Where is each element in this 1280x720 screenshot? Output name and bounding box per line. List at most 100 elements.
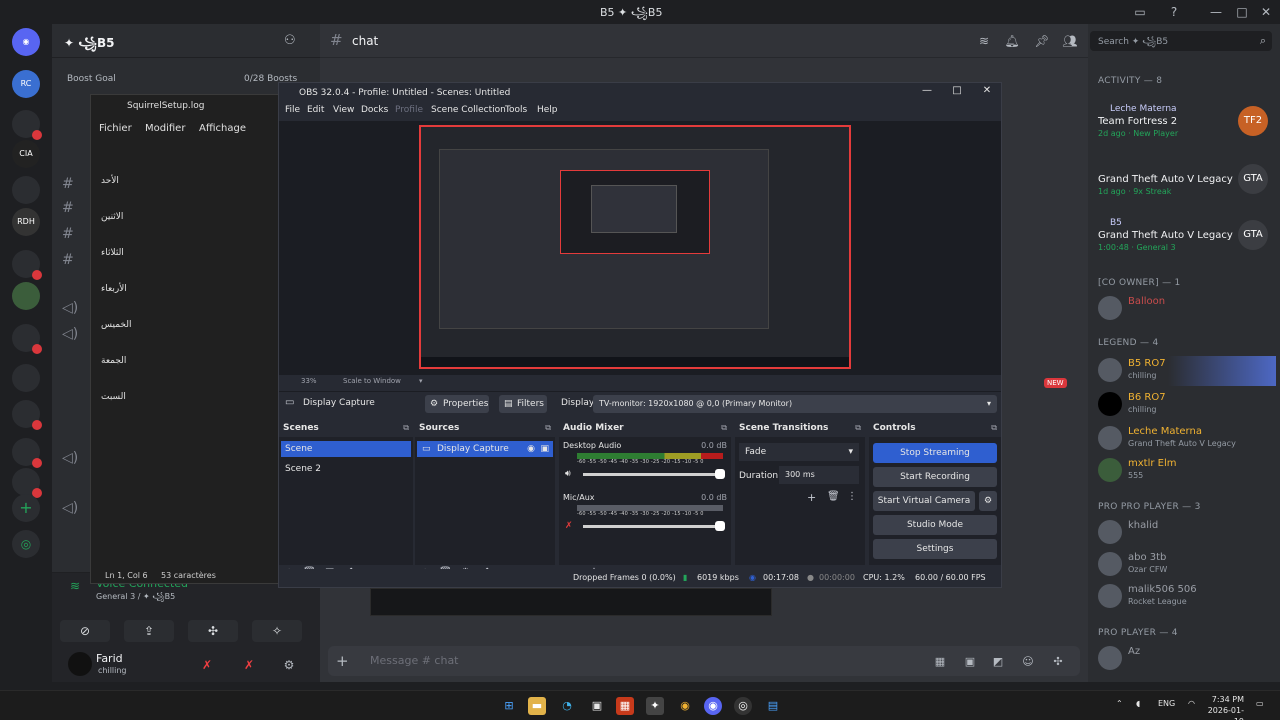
menu-view[interactable]: Affichage [199, 123, 246, 134]
menu-help[interactable]: Help [537, 105, 558, 115]
filters-button[interactable]: ▤ Filters [499, 395, 547, 413]
file-explorer-icon[interactable]: ▬ [528, 697, 546, 715]
menu-edit[interactable]: Modifier [145, 123, 185, 134]
member-item[interactable]: B6 RO7 chilling [1096, 390, 1276, 420]
server-icon[interactable] [12, 468, 42, 498]
text-channel-icon[interactable]: # [62, 200, 92, 218]
menu-view[interactable]: View [333, 105, 354, 115]
display-select[interactable]: TV-monitor: 1920x1080 @ 0,0 (Primary Mon… [593, 395, 997, 413]
text-channel-icon[interactable]: # [62, 226, 92, 244]
slider-knob[interactable] [715, 469, 725, 479]
scene-item[interactable]: Scene [281, 441, 411, 457]
stop-streaming-button[interactable]: Stop Streaming [873, 443, 997, 463]
add-icon[interactable]: + [807, 491, 816, 504]
source-item[interactable]: ▭ Display Capture ◉ ▣ [417, 441, 553, 457]
zoom-level[interactable]: 33% [301, 377, 317, 385]
voice-channel-icon[interactable]: ◁) [62, 450, 92, 468]
deafen-icon[interactable]: ✗ [240, 656, 258, 674]
undock-icon[interactable]: ⧉ [721, 423, 727, 433]
store-icon[interactable]: ▣ [588, 697, 606, 715]
virtual-camera-settings-button[interactable]: ⚙ [979, 491, 997, 511]
help-icon[interactable]: ? [1166, 4, 1182, 20]
eye-icon[interactable]: ◉ [527, 441, 535, 457]
member-item[interactable]: Leche Materna Grand Theft Auto V Legacy [1096, 424, 1276, 454]
member-list-icon[interactable]: 👥︎ [1062, 33, 1078, 49]
activity-card[interactable]: Leche Materna Team Fortress 2 2d ago · N… [1096, 104, 1272, 154]
studio-mode-button[interactable]: Studio Mode [873, 515, 997, 535]
add-server-icon[interactable]: + [12, 494, 40, 522]
notepad-text[interactable]: الأحد الاثنين الثلاثاء الأربعاء الخميس ا… [101, 151, 161, 427]
chevron-down-icon[interactable]: ▾ [419, 377, 423, 385]
menu-icon[interactable]: ⋮ [847, 491, 857, 502]
text-channel-icon[interactable]: # [62, 252, 92, 270]
server-icon[interactable] [12, 400, 42, 430]
server-icon[interactable] [12, 250, 42, 280]
member-item[interactable]: mxtlr Elm 555 [1096, 456, 1276, 486]
activities-button[interactable]: ✣ [188, 620, 238, 642]
member-item[interactable]: khalid [1096, 518, 1276, 548]
text-channel-icon[interactable]: # [62, 176, 92, 194]
undock-icon[interactable]: ⧉ [403, 423, 409, 433]
activity-header[interactable]: Activity — 8 [1098, 76, 1162, 86]
member-item[interactable]: Az [1096, 644, 1276, 674]
start-icon[interactable]: ⊞ [500, 697, 518, 715]
undock-icon[interactable]: ⧉ [855, 423, 861, 433]
voice-channel-icon[interactable]: ◁) [62, 326, 92, 344]
language-indicator[interactable]: ENG [1158, 699, 1175, 708]
menu-docks[interactable]: Docks [361, 105, 388, 115]
minimize-icon[interactable]: — [917, 85, 937, 99]
start-recording-button[interactable]: Start Recording [873, 467, 997, 487]
member-item[interactable]: B5 RO7 chilling [1096, 356, 1276, 386]
soundboard-button[interactable]: ✧ [252, 620, 302, 642]
volume-slider[interactable] [583, 521, 725, 531]
edge-icon[interactable]: ◔ [558, 697, 576, 715]
message-composer[interactable]: + Message # chat ▦ ▣ ◩ ☺ ✣ [328, 646, 1080, 676]
signal-icon[interactable]: ≋ [70, 579, 80, 593]
chevron-up-icon[interactable]: ⌃ [1116, 699, 1123, 708]
screen-share-button[interactable]: ⇪ [124, 620, 174, 642]
threads-icon[interactable]: ≋ [976, 33, 992, 49]
voice-channel-icon[interactable]: ◁) [62, 500, 92, 518]
discover-icon[interactable]: ◎ [12, 530, 40, 558]
properties-button[interactable]: ⚙ Properties [425, 395, 489, 413]
avatar[interactable] [68, 652, 92, 676]
inbox-icon[interactable]: ▭ [1132, 4, 1148, 20]
voice-channel-name[interactable]: General 3 / ✦ ꧁B5 [96, 591, 175, 607]
search-input[interactable]: Search ✦ ꧁B5 ⌕ [1090, 31, 1272, 51]
apps-icon[interactable]: ✣ [1050, 654, 1066, 670]
maximize-icon[interactable]: □ [1234, 4, 1250, 20]
activity-card[interactable]: B5 Grand Theft Auto V Legacy 1:00:48 · G… [1096, 218, 1272, 268]
scene-item[interactable]: Scene 2 [281, 461, 411, 477]
slider-knob[interactable] [715, 521, 725, 531]
camera-off-button[interactable]: ⊘ [60, 620, 110, 642]
server-icon[interactable] [12, 364, 40, 392]
undock-icon[interactable]: ⧉ [545, 423, 551, 433]
notepad-icon[interactable]: ▤ [764, 697, 782, 715]
server-icon[interactable] [12, 110, 42, 140]
settings-button[interactable]: Settings [873, 539, 997, 559]
office-icon[interactable]: ▦ [616, 697, 634, 715]
server-icon[interactable] [12, 176, 40, 204]
preview-canvas[interactable] [419, 125, 851, 369]
clock[interactable]: 7:34 PM 2026-01-19 [1204, 694, 1244, 720]
mic-muted-icon[interactable]: ✗ [565, 521, 573, 531]
voice-channel-icon[interactable]: ◁) [62, 300, 92, 318]
menu-file[interactable]: Fichier [99, 123, 132, 134]
notifications-icon[interactable]: ▭ [1256, 699, 1264, 708]
gif-icon[interactable]: ▣ [962, 654, 978, 670]
server-icon[interactable] [12, 324, 42, 354]
member-item[interactable]: abo 3tb Ozar CFW [1096, 550, 1276, 580]
menu-scene-collection[interactable]: Scene Collection [431, 105, 506, 115]
invite-icon[interactable]: ⚇ [284, 33, 300, 49]
bell-icon[interactable]: 🔔︎ [1004, 33, 1020, 49]
wifi-icon[interactable]: ◠ [1188, 699, 1195, 708]
delete-icon[interactable]: 🗑︎ [827, 491, 840, 502]
discord-icon[interactable]: ◉ [704, 697, 722, 715]
close-icon[interactable]: ✕ [1258, 4, 1274, 20]
close-icon[interactable]: ✕ [977, 85, 997, 99]
gift-icon[interactable]: ▦ [932, 654, 948, 670]
message-input[interactable]: Message # chat [370, 654, 459, 667]
start-virtual-camera-button[interactable]: Start Virtual Camera [873, 491, 975, 511]
pin-icon[interactable]: 📌︎ [1034, 33, 1050, 49]
emoji-icon[interactable]: ☺ [1020, 654, 1036, 670]
